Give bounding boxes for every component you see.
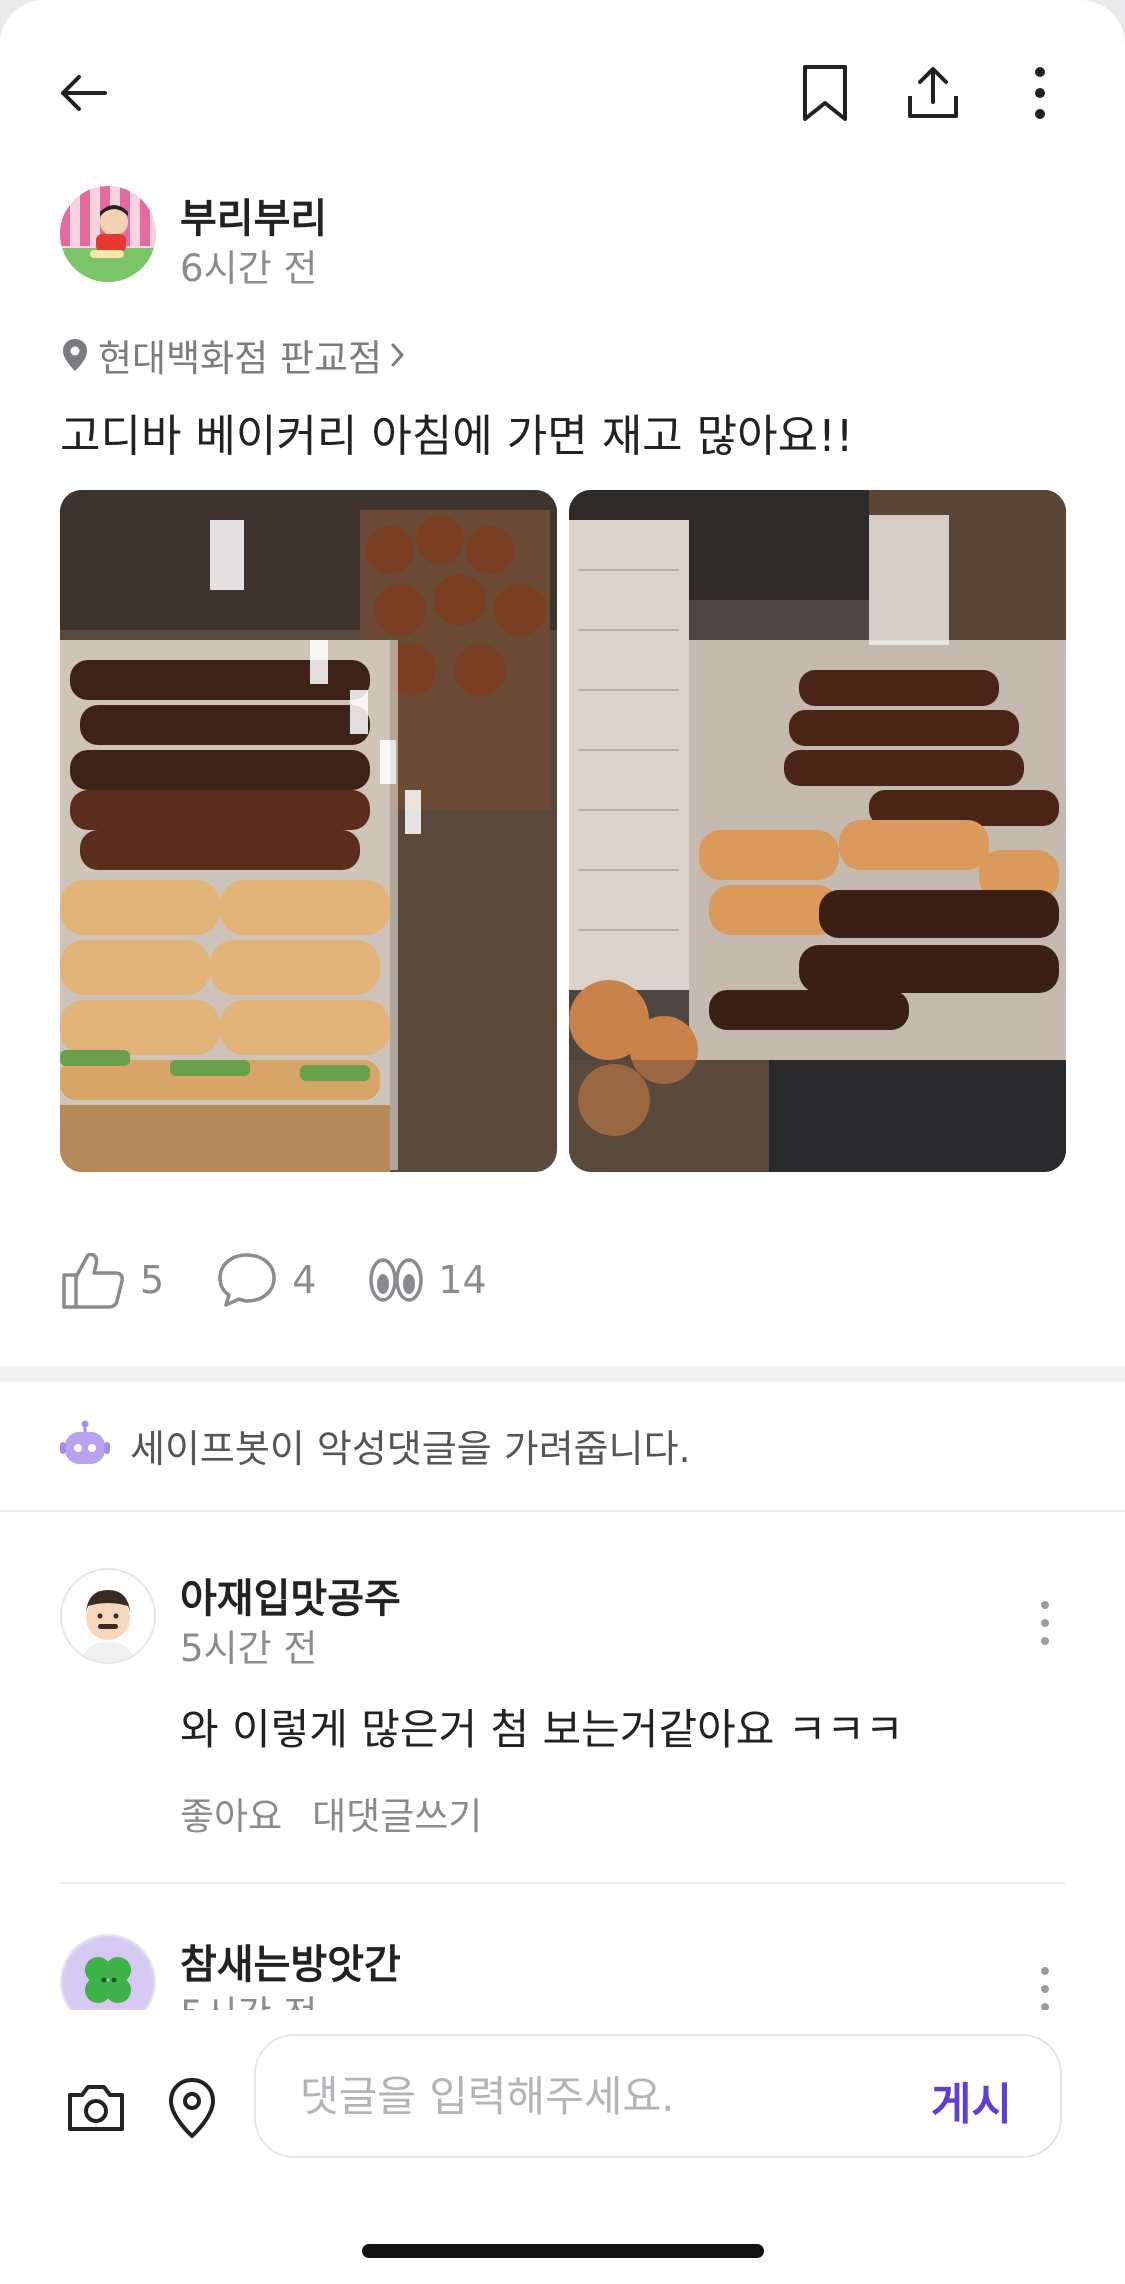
thumbs-up-icon [62,1252,124,1309]
view-count: 14 [368,1256,487,1304]
eyes-icon [369,1258,424,1302]
post-photo-2[interactable] [569,490,1066,1172]
back-button[interactable] [48,58,118,128]
author-name[interactable]: 부리부리 [180,186,327,244]
camera-button[interactable] [56,2068,136,2148]
more-vertical-icon [1035,67,1045,119]
comment-item: 아재입맛공주 5시간 전 와 이렇게 많은거 첨 보는거같아요 ㅋㅋㅋ 좋아요 … [60,1568,1065,1868]
post-author: 부리부리 6시간 전 [60,186,660,290]
share-button[interactable] [898,58,968,128]
robot-icon [60,1420,110,1464]
comment-count: 4 [292,1258,317,1302]
post-detail-screen: 부리부리 6시간 전 현대백화점 판교점 고디바 베이커리 아침에 가면 재고 … [0,0,1125,2284]
section-divider [0,1366,1125,1382]
bookmark-button[interactable] [790,58,860,128]
comment-count-button[interactable]: 4 [216,1251,316,1309]
more-vertical-icon [1041,1967,1049,2010]
back-arrow-icon [61,75,107,111]
camera-icon [68,2085,124,2131]
comment-divider [60,1882,1065,1884]
commenter-name[interactable]: 아재입맛공주 [180,1566,401,1624]
bookmark-icon [803,65,847,121]
comment-time: 5시간 전 [180,1984,317,2010]
share-icon [908,67,958,118]
post-comment-button[interactable]: 게시 [931,2068,1012,2132]
comment-text: 와 이렇게 많은거 첨 보는거같아요 ㅋㅋㅋ [180,1705,904,1754]
comment-input-container: 게시 [254,2034,1062,2158]
post-stats: 5 4 14 [60,1240,539,1320]
home-indicator [362,2244,764,2258]
location-pin-icon [169,2078,215,2138]
comment-like-button[interactable]: 좋아요 [180,1786,282,1840]
comment-more-button[interactable] [1025,1954,1065,2010]
comment-item: 참새는방앗간 5시간 전 [60,1934,1065,2010]
safebot-text: 세이프봇이 악성댓글을 가려줍니다. [130,1426,691,1471]
chevron-right-icon [391,343,405,367]
comment-time: 5시간 전 [180,1627,318,1670]
comment-reply-button[interactable]: 대댓글쓰기 [312,1786,482,1840]
post-time: 6시간 전 [180,247,318,290]
more-vertical-icon [1041,1601,1049,1645]
divider [0,1510,1125,1512]
author-avatar[interactable] [60,186,156,282]
commenter-avatar[interactable] [60,1568,156,1664]
safebot-notice: 세이프봇이 악성댓글을 가려줍니다. [60,1410,691,1480]
more-options-button[interactable] [1005,58,1075,128]
like-button[interactable]: 5 [60,1249,164,1311]
commenter-avatar[interactable] [60,1934,156,2010]
commenter-name[interactable]: 참새는방앗간 [180,1934,401,1990]
like-count: 5 [140,1258,165,1302]
comment-actions: 좋아요 대댓글쓰기 [180,1786,512,1840]
comment-bubble-icon [218,1253,276,1307]
location-name: 현대백화점 판교점 [98,337,383,380]
comment-more-button[interactable] [1025,1588,1065,1658]
post-photo-1[interactable] [60,490,557,1172]
view-count-value: 14 [438,1258,487,1302]
comment-input[interactable] [300,2066,860,2126]
location-button[interactable] [152,2068,232,2148]
comment-input-bar: 게시 [0,2010,1125,2284]
post-body: 고디바 베이커리 아침에 가면 재고 많아요!! [60,411,854,462]
top-bar [0,50,1125,130]
location-link[interactable]: 현대백화점 판교점 [62,330,416,380]
location-pin-icon [63,339,87,371]
